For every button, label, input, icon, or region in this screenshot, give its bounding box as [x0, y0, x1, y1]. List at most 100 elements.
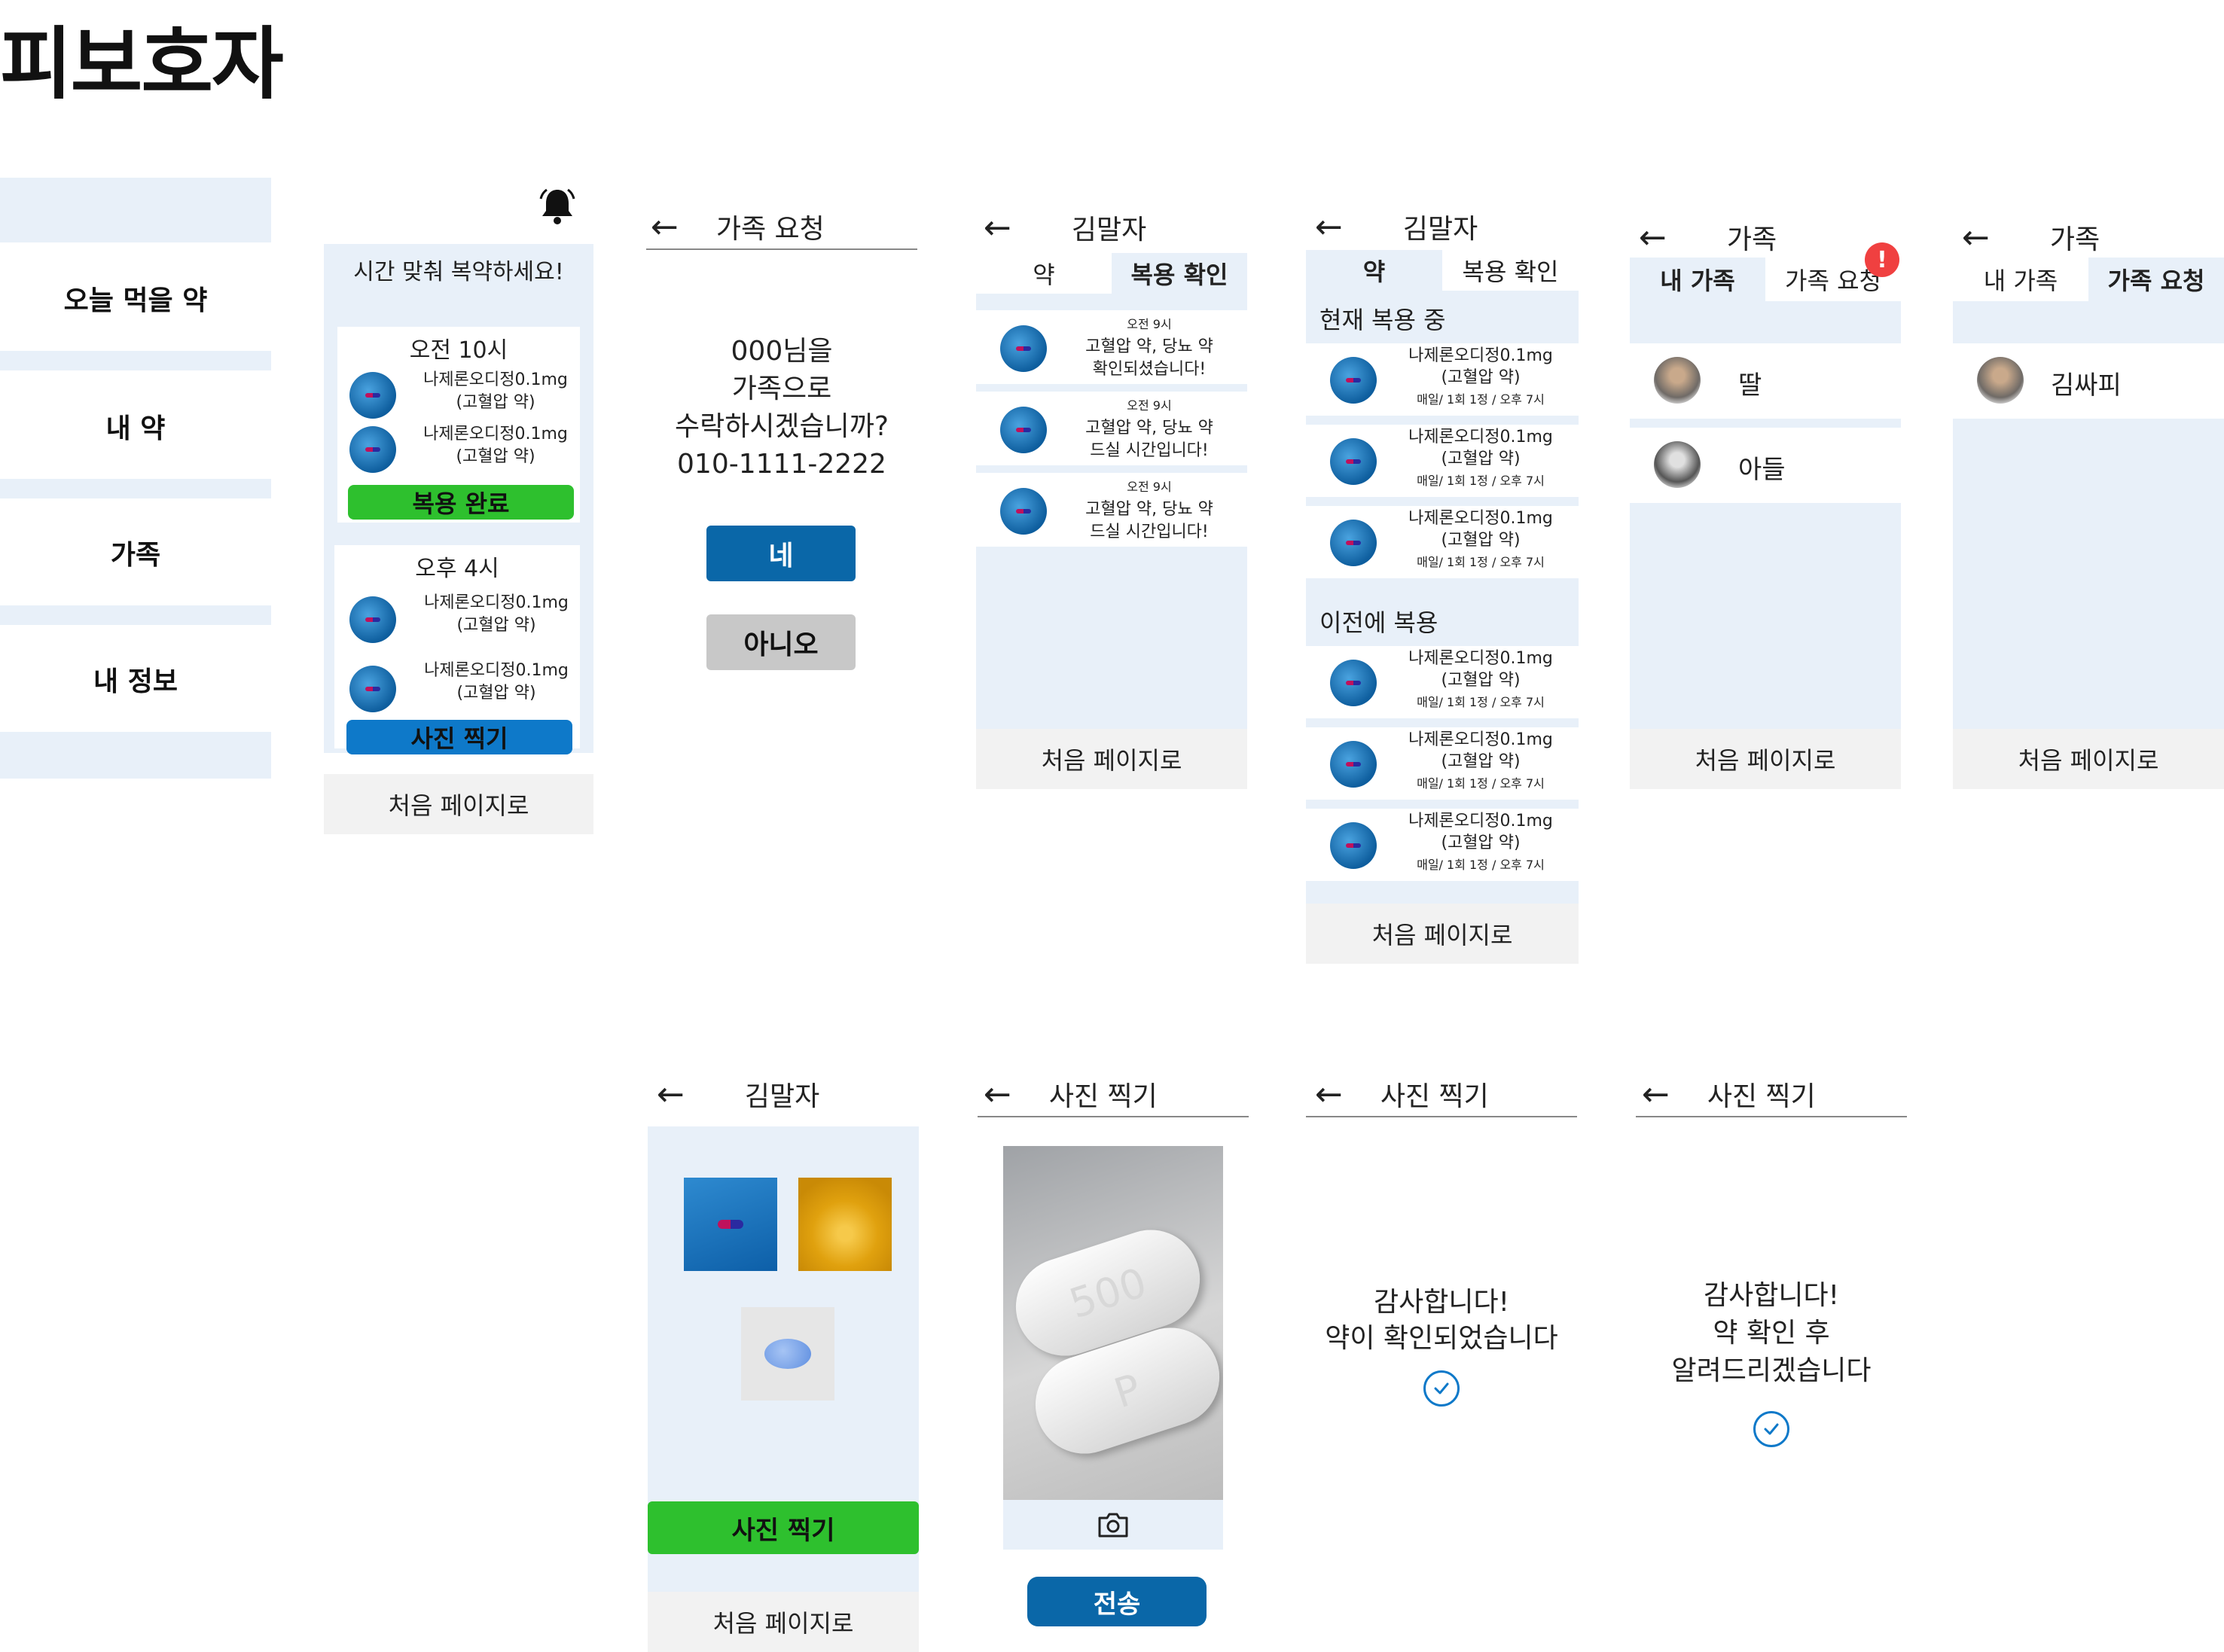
send-button[interactable]: 전송: [1027, 1577, 1207, 1626]
menu-item-family[interactable]: 가족: [0, 500, 271, 605]
no-button[interactable]: 아니오: [706, 614, 856, 670]
yes-button[interactable]: 네: [706, 526, 856, 581]
med-name: 나제론오디정0.1mg: [423, 370, 568, 389]
notification-item[interactable]: 오전 9시 고혈압 약, 당뇨 약 확인되셨습니다!: [976, 310, 1247, 384]
tab-dose-check[interactable]: 복용 확인: [1112, 253, 1247, 294]
med-name: 나제론오디정0.1mg: [1408, 509, 1553, 528]
take-done-button[interactable]: 복용 완료: [348, 485, 574, 520]
med-desc: (고혈압 약): [1441, 671, 1521, 690]
page-title: 피보호자: [0, 18, 284, 110]
notification-time: 오전 9시: [1127, 480, 1172, 494]
footer-button[interactable]: 처음 페이지로: [1306, 904, 1579, 964]
med-name: 나제론오디정0.1mg: [1408, 346, 1553, 365]
med-schedule: 매일/ 1회 1정 / 오후 7시: [1417, 776, 1545, 791]
photo-thumbnail[interactable]: [741, 1307, 834, 1401]
time-slot-card: 오후 4시 나제론오디정0.1mg (고혈압 약) 나제론오디정0.1mg (고…: [334, 545, 580, 748]
take-photo-button[interactable]: 사진 찍기: [648, 1501, 919, 1554]
header: ← 가족 요청: [651, 203, 917, 250]
pill-icon: [1330, 520, 1377, 566]
take-photo-button[interactable]: 사진 찍기: [346, 720, 572, 754]
med-list-item[interactable]: 나제론오디정0.1mg (고혈압 약) 매일/ 1회 1정 / 오후 7시: [1306, 343, 1579, 416]
med-desc: (고혈압 약): [1441, 450, 1521, 468]
footer-button[interactable]: 처음 페이지로: [648, 1592, 919, 1652]
camera-icon[interactable]: [1097, 1510, 1130, 1539]
back-arrow-icon[interactable]: ←: [984, 1075, 1011, 1114]
med-list-item[interactable]: 나제론오디정0.1mg (고혈압 약) 매일/ 1회 1정 / 오후 7시: [1306, 506, 1579, 578]
photo-gallery-screen: ← 김말자 사진 찍기 처음 페이지로: [648, 1069, 919, 1652]
notification-item[interactable]: 오전 9시 고혈압 약, 당뇨 약 드실 시간입니다!: [976, 473, 1247, 547]
med-list-item[interactable]: 나제론오디정0.1mg (고혈압 약) 매일/ 1회 1정 / 오후 7시: [1306, 809, 1579, 881]
footer-button[interactable]: 처음 페이지로: [1953, 729, 2224, 789]
menu-item-label: 가족: [110, 540, 161, 571]
med-entry: 나제론오디정0.1mg (고혈압 약) 매일/ 1회 1정 / 오후 7시: [1393, 345, 1568, 410]
pill-icon: [349, 426, 396, 473]
med-desc: (고혈압 약): [456, 447, 535, 466]
pill-icon: [1330, 438, 1377, 485]
family-mine-screen: ← 가족 내 가족 가족 요청 ! 딸 아들 처음 페이지로: [1630, 211, 1901, 789]
footer-button[interactable]: 처음 페이지로: [1630, 729, 1901, 789]
slot-time: 오후 4시: [415, 556, 499, 582]
pill-icon: [1000, 488, 1047, 535]
message-line: 약이 확인되었습니다: [1325, 1323, 1558, 1354]
pill-icon: [349, 596, 396, 643]
section-current: 현재 복용 중: [1319, 306, 1446, 334]
tab-family-requests[interactable]: 가족 요청: [2088, 258, 2224, 301]
notification-line: 확인되셨습니다!: [1092, 360, 1207, 379]
photo-thumbnail[interactable]: [684, 1178, 777, 1271]
tab-meds[interactable]: 약: [1306, 250, 1442, 291]
back-arrow-icon[interactable]: ←: [1962, 218, 1990, 257]
tab-bar: 약 복용 확인: [1306, 250, 1579, 291]
tab-dose-check[interactable]: 복용 확인: [1442, 250, 1579, 291]
screen-title: 김말자: [1071, 215, 1147, 245]
menu-divider: [0, 479, 271, 498]
family-request-row[interactable]: 김싸피: [1953, 343, 2224, 419]
check-circle-icon: [1423, 1370, 1460, 1407]
bell-icon[interactable]: [536, 185, 578, 227]
med-list-item[interactable]: 나제론오디정0.1mg (고혈압 약) 매일/ 1회 1정 / 오후 7시: [1306, 425, 1579, 497]
family-member-row[interactable]: 딸: [1630, 343, 1901, 419]
med-entry: 나제론오디정0.1mg (고혈압 약) 매일/ 1회 1정 / 오후 7시: [1393, 729, 1568, 794]
home-footer-button[interactable]: 처음 페이지로: [324, 774, 593, 834]
back-arrow-icon[interactable]: ←: [651, 208, 679, 246]
pill-icon: [1330, 357, 1377, 404]
thanks-confirmed-screen: ← 사진 찍기 감사합니다! 약이 확인되었습니다: [1306, 1069, 1577, 1416]
notification-item[interactable]: 오전 9시 고혈압 약, 당뇨 약 드실 시간입니다!: [976, 392, 1247, 465]
back-arrow-icon[interactable]: ←: [1639, 218, 1667, 257]
pill-icon: [1000, 325, 1047, 372]
thanks-message: 감사합니다! 약 확인 후 알려드리겠습니다: [1636, 1277, 1907, 1390]
screen-title: 김말자: [1402, 214, 1478, 245]
back-arrow-icon[interactable]: ←: [657, 1075, 685, 1114]
med-schedule: 매일/ 1회 1정 / 오후 7시: [1417, 858, 1545, 872]
menu-divider: [0, 178, 271, 242]
thanks-message: 감사합니다! 약이 확인되었습니다: [1306, 1285, 1577, 1357]
header: ← 가족: [1962, 211, 2224, 264]
family-member-row[interactable]: 아들: [1630, 428, 1901, 503]
header-underline: [1306, 1116, 1577, 1117]
back-arrow-icon[interactable]: ←: [1315, 1075, 1343, 1114]
back-arrow-icon[interactable]: ←: [1642, 1075, 1670, 1114]
tab-meds[interactable]: 약: [976, 253, 1112, 294]
screen-title: 김말자: [744, 1081, 820, 1112]
med-list-item[interactable]: 나제론오디정0.1mg (고혈압 약) 매일/ 1회 1정 / 오후 7시: [1306, 646, 1579, 718]
tab-my-family[interactable]: 내 가족: [1630, 258, 1765, 301]
header: ← 가족: [1639, 211, 1901, 264]
tab-my-family[interactable]: 내 가족: [1953, 258, 2088, 301]
alert-badge: !: [1865, 242, 1899, 277]
pill-icon: [349, 372, 396, 419]
section-previous: 이전에 복용: [1319, 608, 1438, 637]
menu-item-today-meds[interactable]: 오늘 먹을 약: [0, 245, 271, 351]
med-name: 나제론오디정0.1mg: [1408, 812, 1553, 831]
footer-button[interactable]: 처음 페이지로: [976, 729, 1247, 789]
photo-thumbnail[interactable]: [798, 1178, 892, 1271]
tab-bar: 내 가족 가족 요청: [1630, 258, 1901, 301]
menu-item-label: 내 정보: [93, 666, 178, 697]
back-arrow-icon[interactable]: ←: [984, 209, 1011, 247]
screen-title: 사진 찍기: [1707, 1081, 1816, 1112]
med-desc: (고혈압 약): [1441, 531, 1521, 550]
med-list-item[interactable]: 나제론오디정0.1mg (고혈압 약) 매일/ 1회 1정 / 오후 7시: [1306, 727, 1579, 800]
menu-item-my-info[interactable]: 내 정보: [0, 626, 271, 732]
dose-check-screen: ← 김말자 약 복용 확인 오전 9시 고혈압 약, 당뇨 약 확인되셨습니다!…: [976, 203, 1247, 789]
menu-item-my-meds[interactable]: 내 약: [0, 373, 271, 479]
message-line: 감사합니다!: [1373, 1287, 1510, 1318]
back-arrow-icon[interactable]: ←: [1315, 208, 1343, 246]
